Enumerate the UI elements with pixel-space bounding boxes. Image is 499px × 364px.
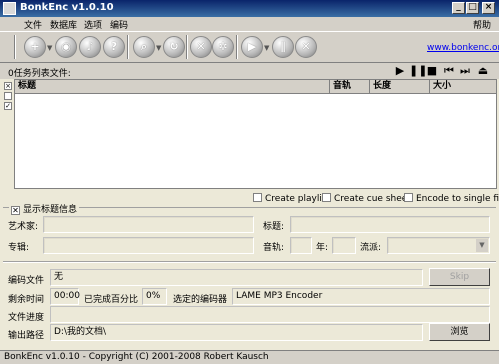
column-size[interactable]: 大小 — [430, 80, 496, 94]
percent-complete-value: 0% — [142, 288, 167, 305]
checkbox[interactable] — [253, 193, 262, 202]
toolbar-separator — [236, 35, 238, 59]
selected-encoder-label: 选定的编码器 — [173, 295, 228, 305]
joblist-bar: 0任务列表文件: ▶ ❚❚ ■ ⏮ ⏭ ⏏ — [0, 63, 499, 79]
toolbar-separator — [127, 35, 129, 59]
cddb-query-icon[interactable]: ? — [103, 36, 125, 58]
create-playlist-option[interactable]: Create playlist — [253, 193, 330, 204]
title-info-legend: 显示标题信息 — [23, 205, 78, 215]
menu-file[interactable]: 文件 — [24, 18, 42, 31]
homepage-link[interactable]: www.bonkenc.org — [427, 43, 499, 53]
cd-info-icon[interactable]: ♪ — [79, 36, 101, 58]
show-title-info-toggle[interactable]: ✕ 显示标题信息 — [9, 202, 80, 215]
refresh-icon[interactable]: ↻ — [163, 36, 185, 58]
encoding-file-value: 无 — [50, 269, 423, 286]
chevron-down-icon[interactable]: ▼ — [47, 44, 52, 52]
chevron-down-icon[interactable]: ▼ — [156, 44, 161, 52]
chevron-down-icon[interactable]: ▼ — [264, 44, 269, 52]
encode-icon[interactable]: ▶ — [241, 36, 263, 58]
genre-combo[interactable]: ▼ — [387, 237, 490, 254]
title-field[interactable] — [290, 216, 490, 233]
menu-options[interactable]: 选项 — [84, 18, 102, 31]
track-label: 音轨: — [263, 243, 285, 253]
cd-rip-icon[interactable]: ◉ — [55, 36, 77, 58]
job-list[interactable]: 标题 音轨 长度 大小 — [14, 79, 497, 189]
file-progress-bar — [50, 306, 490, 323]
pause-icon[interactable]: ❚❚ — [409, 64, 427, 78]
list-header: 标题 音轨 长度 大小 — [15, 80, 496, 94]
tools-icon[interactable]: ✕ — [190, 36, 212, 58]
skip-button[interactable]: Skip — [429, 268, 490, 286]
file-progress-label: 文件进度 — [8, 313, 45, 323]
checkbox[interactable] — [404, 193, 413, 202]
checkbox[interactable] — [322, 193, 331, 202]
status-bar: BonkEnc v1.0.10 - Copyright (C) 2001-200… — [0, 350, 499, 364]
checkbox[interactable]: ✕ — [11, 206, 20, 215]
track-field[interactable] — [290, 237, 312, 254]
artist-label: 艺术家: — [8, 222, 39, 232]
column-track[interactable]: 音轨 — [330, 80, 370, 94]
encoding-file-label: 编码文件 — [8, 276, 45, 286]
menu-bar: 文件 数据库 选项 编码 帮助 — [0, 17, 499, 31]
selected-encoder-value: LAME MP3 Encoder — [232, 288, 490, 305]
remove-selected-icon[interactable]: × — [4, 82, 12, 90]
toolbar: + ▼ ◉ ♪ ? ⌕ ▼ ↻ ✕ ✲ ▶ ▼ ∥ ✕ www.bonkenc.… — [0, 31, 499, 63]
menu-encode[interactable]: 编码 — [110, 18, 128, 31]
settings-icon[interactable]: ✲ — [212, 36, 234, 58]
browse-button[interactable]: 浏览 — [429, 323, 490, 341]
year-label: 年: — [316, 243, 329, 253]
album-label: 专辑: — [8, 243, 30, 253]
column-length[interactable]: 长度 — [370, 80, 430, 94]
status-text: BonkEnc v1.0.10 - Copyright (C) 2001-200… — [4, 352, 269, 362]
toolbar-separator — [14, 35, 16, 59]
chevron-down-icon[interactable]: ▼ — [476, 239, 488, 252]
create-cue-sheet-option[interactable]: Create cue sheet — [322, 193, 411, 204]
album-field[interactable] — [43, 237, 254, 254]
time-left-value: 00:00 — [50, 288, 80, 305]
column-title[interactable]: 标题 — [15, 80, 330, 94]
menu-help[interactable]: 帮助 — [473, 18, 491, 31]
year-field[interactable] — [332, 237, 356, 254]
window-title: BonkEnc v1.0.10 — [20, 2, 114, 13]
close-button[interactable]: × — [482, 2, 495, 14]
menu-database[interactable]: 数据库 — [50, 18, 77, 31]
percent-complete-label: 已完成百分比 — [84, 295, 139, 305]
title-bar: BonkEnc v1.0.10 _ □ × — [0, 0, 499, 17]
select-none-icon[interactable] — [4, 92, 12, 100]
output-path-field[interactable]: D:\我的文档\ — [50, 324, 423, 341]
stop-icon[interactable]: ■ — [425, 64, 439, 78]
create-cue-sheet-label: Create cue sheet — [334, 194, 411, 204]
select-all-icon[interactable]: ✓ — [4, 102, 12, 110]
previous-icon[interactable]: ⏮ — [442, 64, 456, 78]
time-left-label: 剩余时间 — [8, 295, 45, 305]
add-files-icon[interactable]: + — [24, 36, 46, 58]
play-icon[interactable]: ▶ — [393, 64, 407, 78]
app-icon — [3, 2, 16, 15]
toolbar-separator — [186, 35, 188, 59]
output-path-label: 输出路径 — [8, 331, 45, 341]
next-icon[interactable]: ⏭ — [458, 64, 472, 78]
maximize-button[interactable]: □ — [466, 2, 479, 14]
encode-single-file-option[interactable]: Encode to single file — [404, 193, 499, 204]
minimize-button[interactable]: _ — [452, 2, 465, 14]
job-count-label: 0任务列表文件: — [8, 69, 71, 79]
eject-icon[interactable]: ⏏ — [476, 64, 490, 78]
title-label: 标题: — [263, 222, 285, 232]
search-icon[interactable]: ⌕ — [133, 36, 155, 58]
encode-single-file-label: Encode to single file — [416, 194, 499, 204]
create-playlist-label: Create playlist — [265, 194, 331, 204]
genre-label: 流派: — [360, 243, 382, 253]
artist-field[interactable] — [43, 216, 254, 233]
divider — [3, 261, 496, 263]
stop-icon[interactable]: ✕ — [295, 36, 317, 58]
pause-icon[interactable]: ∥ — [272, 36, 294, 58]
